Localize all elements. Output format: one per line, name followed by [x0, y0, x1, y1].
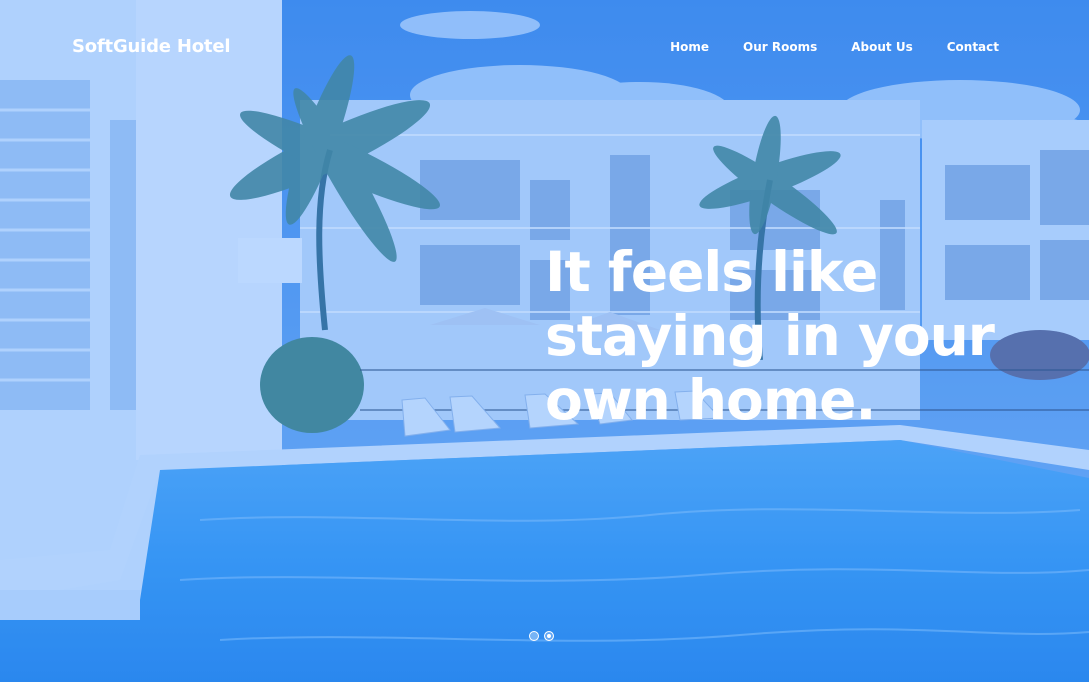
hero-section: SoftGuide Hotel Home Our Rooms About Us … [0, 0, 1089, 682]
carousel-dot-1[interactable] [529, 631, 539, 641]
carousel-indicators [529, 631, 554, 641]
headline-line-3: own home. [545, 368, 876, 432]
nav-link-contact[interactable]: Contact [947, 40, 999, 54]
headline-line-2: staying in your [545, 304, 995, 368]
hero-headline: It feels like staying in your own home. [545, 240, 1065, 432]
headline-line-1: It feels like [545, 240, 878, 304]
top-navbar: SoftGuide Hotel Home Our Rooms About Us … [0, 0, 1089, 95]
nav-link-our-rooms[interactable]: Our Rooms [743, 40, 817, 54]
brand-logo[interactable]: SoftGuide Hotel [72, 36, 231, 57]
nav-link-home[interactable]: Home [670, 40, 709, 54]
nav-menu: Home Our Rooms About Us Contact [670, 40, 999, 54]
nav-link-about-us[interactable]: About Us [851, 40, 912, 54]
carousel-dot-2[interactable] [544, 631, 554, 641]
